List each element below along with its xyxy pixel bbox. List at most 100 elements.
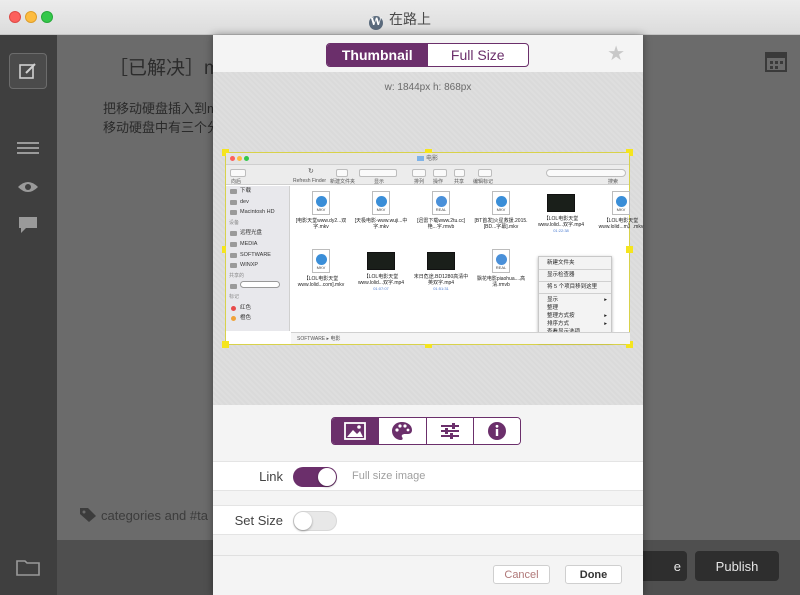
cancel-button[interactable]: Cancel: [493, 565, 550, 584]
finder-close-dot: [230, 156, 235, 161]
drive-icon: [230, 210, 237, 216]
finder-menu-label: 显示: [547, 296, 559, 303]
finder-file-name: 【LOL电影天堂www.lolid...双字.mp4: [537, 216, 585, 228]
color-tag-icon: [231, 305, 236, 311]
finder-back-button: [230, 169, 246, 177]
finder-back-label: 向后: [231, 179, 242, 185]
calendar-icon[interactable]: [764, 49, 788, 78]
finder-menu-item: 新建文件夹: [539, 259, 611, 267]
finder-folder-icon: [416, 156, 424, 161]
tab-info[interactable]: [472, 418, 520, 444]
tags-placeholder: categories and #ta: [101, 507, 208, 523]
finder-sidebar-header: 标记: [226, 292, 289, 303]
finder-sidebar-label: 共享的: [229, 272, 245, 279]
size-segmented-control: Thumbnail Full Size: [326, 43, 529, 67]
color-tag-icon: [231, 316, 236, 322]
finder-menu-item: 显示 ▸: [539, 296, 611, 304]
finder-file-name: [迅雷下载www.2tu.cc]艳...字.rmvb: [416, 218, 466, 230]
finder-view-button: [359, 169, 397, 177]
wordpress-icon: W: [369, 16, 383, 30]
image-icon: [344, 422, 367, 440]
tab-thumbnail[interactable]: Thumbnail: [327, 44, 428, 66]
finder-view-label: 显示: [374, 179, 385, 185]
image-preview: w: 1844px h: 868px 电影 向后 ↻ Refresh Finde…: [213, 72, 643, 405]
menu-separator: [539, 280, 611, 282]
play-icon: [496, 196, 507, 207]
finder-tags-label: 编辑标记: [473, 179, 494, 185]
publish-button[interactable]: Publish: [695, 551, 779, 581]
finder-max-dot: [244, 156, 249, 161]
window-title: W 在路上: [369, 11, 431, 30]
finder-sidebar-label: dev: [240, 198, 249, 205]
submenu-arrow-icon: ▸: [604, 312, 607, 319]
tab-filters[interactable]: [378, 418, 426, 444]
video-file-icon: MKV: [492, 191, 510, 215]
finder-file-duration: 01:22:38: [553, 228, 569, 233]
play-icon: [376, 196, 387, 207]
video-thumbnail-icon: [547, 194, 575, 212]
finder-sidebar-header: 共享的: [226, 271, 289, 282]
finder-sidebar-item: 橙色: [226, 313, 289, 324]
finder-sidebar-item: [226, 281, 289, 292]
finder-search-field: [546, 169, 626, 177]
tags-field[interactable]: categories and #ta: [79, 507, 208, 523]
folder-button[interactable]: [9, 549, 47, 585]
eye-icon: [18, 182, 38, 192]
link-toggle[interactable]: [293, 467, 337, 487]
finder-newfolder-button: [336, 169, 348, 177]
finder-menu-item: 整理: [539, 304, 611, 312]
finder-sidebar-label: WINXP: [240, 262, 259, 269]
drive-icon: [230, 241, 237, 247]
finder-file-item: MKV [BT首发]火星救援.2015.[BD...字幕].mkv: [473, 191, 529, 230]
finder-file-item: 【LOL电影天堂www.lolid...双字.mp4 01:07:07: [353, 249, 409, 292]
finder-arrange-label: 排列: [414, 179, 425, 185]
finder-file-item: MKV [电影天堂www.dy2...双字.mkv: [293, 191, 349, 230]
play-icon: [616, 196, 627, 207]
preview-button[interactable]: [9, 169, 47, 205]
set-size-toggle[interactable]: [293, 511, 337, 531]
finder-action-button: [433, 169, 447, 177]
finder-file-name: 【LOL电影天堂www.lolid...m】.mkv: [598, 218, 644, 230]
menu-separator: [539, 293, 611, 295]
tab-adjust[interactable]: [425, 418, 473, 444]
speech-bubble-icon: [19, 217, 37, 233]
finder-sidebar-item: 远程光盘: [226, 228, 289, 239]
finder-file-name: 【LOL电影天堂www.lolid...双字.mp4: [357, 274, 405, 286]
finder-menu-label: 新建文件夹: [547, 260, 575, 266]
video-file-icon: MKV: [312, 249, 330, 273]
folder-icon: [16, 560, 40, 576]
tab-full-size[interactable]: Full Size: [428, 44, 529, 66]
finder-sidebar-label: SOFTWARE: [240, 251, 271, 258]
finder-sidebar-item: MEDIA: [226, 239, 289, 250]
finder-menu-label: 显示检查器: [547, 272, 575, 279]
toggle-knob: [318, 468, 336, 486]
set-size-label: Set Size: [234, 513, 283, 528]
finder-sidebar-label: MEDIA: [240, 240, 258, 247]
file-format-label: MKV: [496, 207, 506, 212]
done-button[interactable]: Done: [565, 565, 622, 584]
video-file-icon: REAL: [492, 249, 510, 273]
finder-sidebar-label: Macintosh HD: [240, 209, 275, 216]
tab-image[interactable]: [332, 418, 379, 444]
finder-menu-item: 显示检查器: [539, 271, 611, 279]
finder-file-name: 【LOL电影天堂www.lolid...com].mkv: [297, 276, 345, 288]
post-title[interactable]: ［已解决］m: [109, 53, 220, 80]
post-body[interactable]: 把移动硬盘插入到m 移动硬盘中有三个分: [103, 99, 220, 137]
screenshot-image[interactable]: 电影 向后 ↻ Refresh Finder 新建文件夹 显示 排列 操作 共享…: [222, 149, 643, 348]
play-icon: [436, 196, 447, 207]
comments-button[interactable]: [9, 207, 47, 243]
tag-icon: [80, 508, 96, 522]
finder-menu-label: 整理方式按: [547, 312, 575, 319]
finder-file-item: 末日危途.BD1280高清中英双字.mp4 01:51:31: [413, 249, 469, 292]
title-bar: W 在路上: [0, 0, 800, 35]
finder-sidebar-header: 设备: [226, 218, 289, 229]
set-size-row: Set Size: [213, 505, 643, 535]
finder-refresh-icon: ↻: [308, 168, 314, 175]
compose-button[interactable]: [9, 53, 47, 89]
star-icon[interactable]: ★: [607, 41, 625, 66]
finder-sidebar-label: 设备: [229, 219, 240, 226]
finder-file-name: [电影天堂www.dy2...双字.mkv: [295, 218, 347, 230]
resize-handle[interactable]: [222, 341, 229, 348]
preview-post-button[interactable]: e: [637, 551, 687, 581]
posts-list-button[interactable]: [9, 131, 47, 167]
